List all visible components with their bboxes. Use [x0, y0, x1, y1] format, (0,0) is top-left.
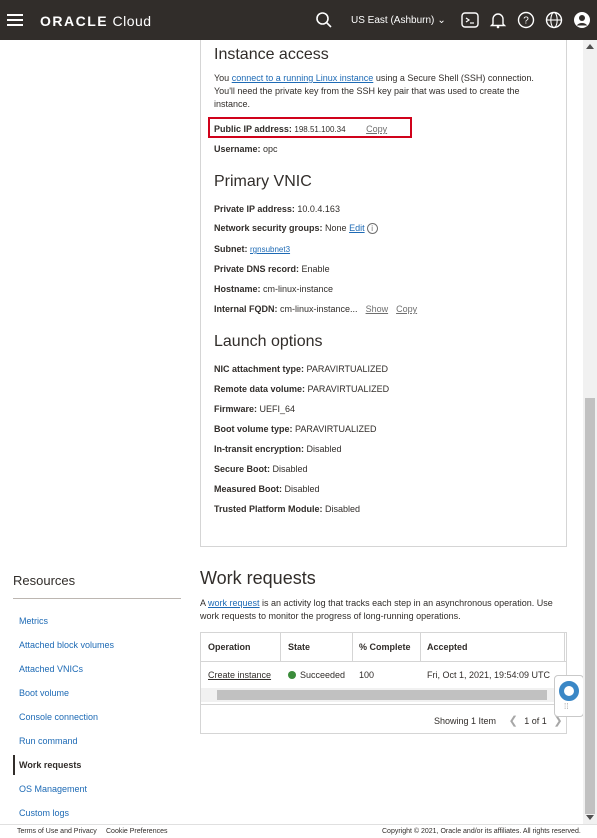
- launch-option-row: Remote data volume: PARAVIRTUALIZED: [214, 384, 390, 394]
- primary-vnic-heading: Primary VNIC: [214, 173, 312, 190]
- menu-icon[interactable]: [7, 14, 23, 26]
- public-ip-value: 198.51.100.34: [294, 125, 346, 134]
- accepted-cell: Fri, Oct 1, 2021, 19:54:09 UTC: [427, 670, 551, 680]
- column-divider: [420, 633, 421, 661]
- complete-cell: 100: [359, 670, 375, 680]
- resources-heading: Resources: [13, 573, 76, 588]
- page-vertical-scrollbar[interactable]: [583, 40, 597, 824]
- resource-link-run-command[interactable]: Run command: [19, 736, 78, 746]
- launch-options-heading: Launch options: [214, 333, 323, 350]
- resource-link-metrics[interactable]: Metrics: [19, 616, 48, 626]
- pager-divider: [201, 704, 566, 705]
- work-requests-heading: Work requests: [200, 568, 316, 588]
- resource-link-os-management[interactable]: OS Management: [19, 784, 87, 794]
- column-divider: [564, 633, 565, 661]
- nsg-row: Network security groups: None Edit i: [214, 223, 378, 235]
- region-selector[interactable]: US East (Ashburn) ⌄: [351, 15, 446, 26]
- resource-link-console-connection[interactable]: Console connection: [19, 712, 98, 722]
- scroll-up-arrow-icon[interactable]: [586, 44, 594, 49]
- work-requests-description: A work request is an activity log that t…: [200, 598, 553, 621]
- resources-divider: [13, 598, 181, 599]
- success-status-icon: [288, 671, 296, 679]
- info-icon[interactable]: i: [366, 223, 378, 235]
- header-divider: [201, 661, 566, 662]
- launch-option-row: Boot volume type: PARAVIRTUALIZED: [214, 424, 377, 434]
- instance-access-heading: Instance access: [214, 46, 329, 63]
- create-instance-link[interactable]: Create instance: [208, 670, 271, 680]
- user-profile-icon[interactable]: [573, 11, 591, 29]
- top-navigation-bar: ORACLE Cloud US East (Ashburn) ⌄ ?: [0, 0, 597, 40]
- notifications-bell-icon[interactable]: [489, 11, 507, 29]
- launch-option-row: Trusted Platform Module: Disabled: [214, 504, 361, 514]
- lifebuoy-icon: [559, 681, 579, 701]
- copy-public-ip-link[interactable]: Copy: [366, 124, 387, 134]
- subnet-link[interactable]: rgnsubnet3: [250, 245, 290, 254]
- connect-linux-instance-link[interactable]: connect to a running Linux instance: [232, 73, 374, 83]
- public-ip-row: Public IP address: 198.51.100.34 Copy: [214, 124, 388, 134]
- work-request-link[interactable]: work request: [208, 598, 260, 608]
- language-globe-icon[interactable]: [545, 11, 563, 29]
- internal-fqdn-row: Internal FQDN: cm-linux-instance... Show C…: [214, 304, 418, 314]
- oracle-cloud-logo[interactable]: ORACLE Cloud: [40, 13, 152, 29]
- scrollbar-thumb[interactable]: [585, 398, 595, 814]
- column-divider: [280, 633, 281, 661]
- resource-link-custom-logs[interactable]: Custom logs: [19, 808, 69, 818]
- help-icon[interactable]: ?: [517, 11, 535, 29]
- column-header-accepted[interactable]: Accepted: [427, 642, 468, 652]
- resource-link-attached-block-volumes[interactable]: Attached block volumes: [19, 640, 114, 650]
- copyright-text: Copyright © 2021, Oracle and/or its affi…: [382, 828, 581, 835]
- launch-option-row: Firmware: UEFI_64: [214, 404, 296, 414]
- chevron-down-icon: ⌄: [437, 15, 446, 26]
- launch-option-row: Measured Boot: Disabled: [214, 484, 320, 494]
- previous-page-icon[interactable]: ❮: [509, 715, 518, 727]
- column-header-state[interactable]: State: [288, 642, 310, 652]
- instance-access-description: You connect to a running Linux instance …: [214, 73, 534, 109]
- subnet-row: Subnet: rgnsubnet3: [214, 244, 291, 254]
- svg-text:?: ?: [523, 16, 529, 27]
- drag-handle-icon[interactable]: ⁞⁞: [564, 703, 568, 711]
- table-horizontal-scrollbar[interactable]: [201, 688, 566, 702]
- cookie-preferences-link[interactable]: Cookie Preferences: [106, 828, 167, 835]
- column-header-operation[interactable]: Operation: [208, 642, 251, 652]
- private-dns-row: Private DNS record: Enable: [214, 264, 330, 274]
- state-cell: Succeeded: [288, 670, 345, 680]
- launch-option-row: In-transit encryption: Disabled: [214, 444, 342, 454]
- search-icon[interactable]: [315, 11, 333, 29]
- hostname-row: Hostname: cm-linux-instance: [214, 284, 334, 294]
- active-resource-indicator: [13, 755, 15, 775]
- launch-option-row: NIC attachment type: PARAVIRTUALIZED: [214, 364, 389, 374]
- launch-option-row: Secure Boot: Disabled: [214, 464, 308, 474]
- edit-nsg-link[interactable]: Edit: [349, 223, 365, 233]
- scroll-down-arrow-icon[interactable]: [586, 815, 594, 820]
- copy-fqdn-link[interactable]: Copy: [396, 304, 417, 314]
- table-pager: Showing 1 Item ❮ 1 of 1 ❯: [434, 715, 563, 727]
- show-fqdn-link[interactable]: Show: [366, 304, 389, 314]
- resource-link-attached-vnics[interactable]: Attached VNICs: [19, 664, 83, 674]
- terms-link[interactable]: Terms of Use and Privacy: [17, 828, 97, 835]
- resource-link-boot-volume[interactable]: Boot volume: [19, 688, 69, 698]
- cloud-shell-icon[interactable]: [461, 11, 479, 29]
- resource-link-work-requests[interactable]: Work requests: [19, 760, 81, 770]
- help-support-widget[interactable]: ⁞⁞: [554, 675, 584, 717]
- page-footer: Terms of Use and Privacy Cookie Preferen…: [0, 824, 597, 838]
- scrollbar-thumb[interactable]: [217, 690, 547, 700]
- column-header-complete[interactable]: % Complete: [359, 642, 411, 652]
- username-row: Username: opc: [214, 144, 278, 154]
- work-requests-table: Operation State % Complete Accepted Crea…: [200, 632, 567, 734]
- column-divider: [352, 633, 353, 661]
- private-ip-row: Private IP address: 10.0.4.163: [214, 204, 340, 214]
